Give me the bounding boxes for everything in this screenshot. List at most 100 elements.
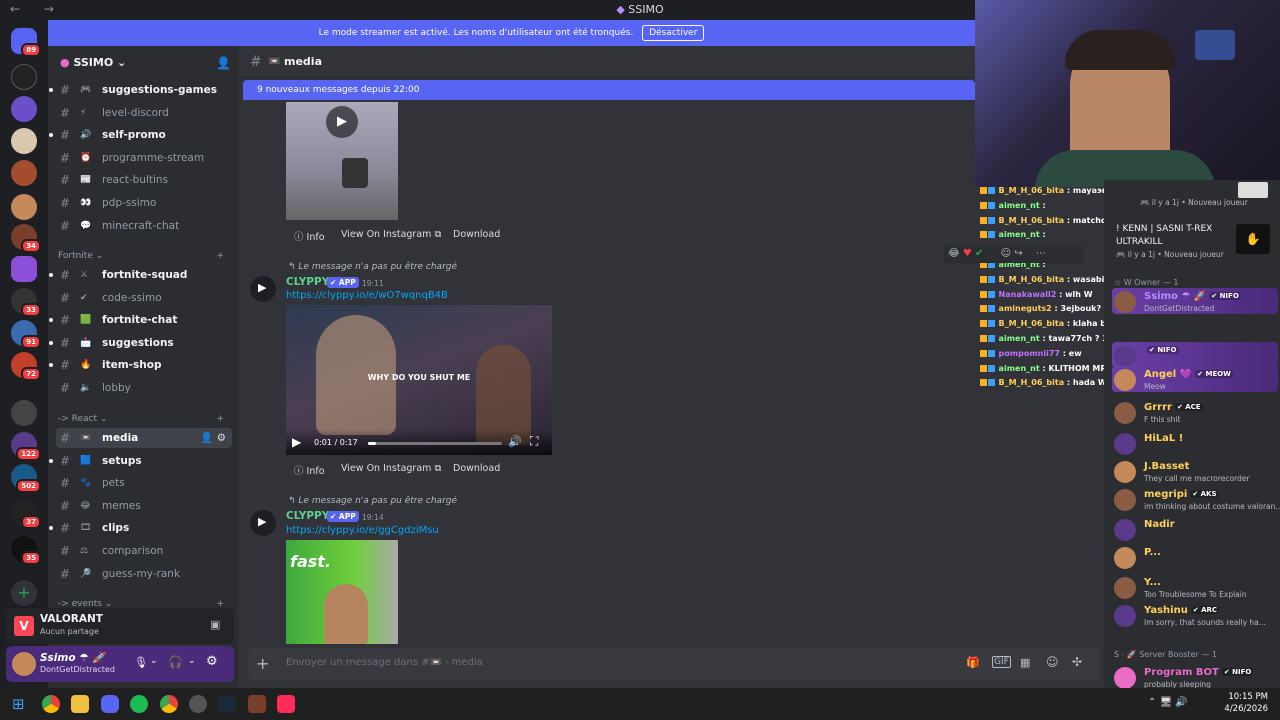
windows-start-icon[interactable]: ⊞ [12, 695, 30, 713]
message-link[interactable]: https://clyppy.io/e/ggCgdziMsu [286, 525, 439, 536]
server-icon-5[interactable] [11, 194, 37, 220]
view-on-instagram-button[interactable]: View On Instagram ⧉ [341, 463, 441, 474]
play-icon[interactable]: ▶ [292, 435, 301, 449]
server-icon-2[interactable] [11, 96, 37, 122]
disable-streamer-mode-button[interactable]: Désactiver [642, 25, 705, 41]
volume-icon[interactable]: 🔊 [508, 435, 522, 448]
add-channel-icon[interactable]: + [216, 414, 224, 424]
add-attachment-icon[interactable]: + [256, 654, 269, 673]
channel-react-bultins[interactable]: # 📰 react-bultins [56, 170, 232, 190]
settings-gear-icon[interactable]: ⚙ [206, 654, 218, 669]
chrome-icon[interactable] [42, 695, 60, 713]
channel-memes[interactable]: # 😂 memes [56, 496, 232, 516]
server-icon-10[interactable]: 72 [11, 352, 41, 381]
chrome-icon[interactable] [160, 695, 178, 713]
message-link[interactable]: https://clyppy.io/e/wO7wqnqB4B [286, 290, 448, 301]
member-entry[interactable]: P... [1112, 544, 1278, 570]
channel-fortnite-chat[interactable]: # 🟩 fortnite-chat [49, 310, 232, 330]
member-entry[interactable]: Grrrr ✔ ACE F this shit [1112, 399, 1278, 425]
member-entry[interactable]: J.Basset They call me macrorecorder [1112, 458, 1278, 484]
add-channel-icon[interactable]: + [216, 251, 224, 261]
system-tray-icons[interactable]: ⌃ 🖥 🔊 [1148, 697, 1188, 708]
channel-programme-stream[interactable]: # ⏰ programme-stream [56, 148, 232, 168]
avatar[interactable] [12, 652, 36, 676]
file-explorer-icon[interactable] [71, 695, 89, 713]
chevron-down-icon[interactable]: ⌄ [188, 656, 196, 666]
video-seekbar[interactable] [368, 442, 502, 445]
gift-icon[interactable]: 🎁 [966, 656, 980, 669]
video-player[interactable]: WHY DO YOU SHUT ME ▶ 0:01 / 0:17 🔊 ⛶ [286, 305, 552, 455]
avatar[interactable]: ▶ [250, 276, 276, 302]
fullscreen-icon[interactable]: ⛶ [530, 434, 538, 449]
chevron-down-icon[interactable]: ⌄ [150, 656, 158, 666]
discord-icon[interactable] [101, 695, 119, 713]
check-reaction-icon[interactable]: ✔ [975, 248, 983, 259]
server-icon-12[interactable]: 122 [11, 432, 41, 461]
info-button[interactable]: ⓘ Info [294, 229, 325, 243]
microphone-icon[interactable]: 🎙 [134, 656, 148, 669]
channel-minecraft-chat[interactable]: # 💬 minecraft-chat [56, 216, 232, 236]
channel-category[interactable]: -> React ⌄ + [58, 414, 228, 424]
server-icon-14[interactable]: 37 [11, 500, 41, 529]
channel-suggestions[interactable]: # 📩 suggestions [49, 333, 232, 353]
server-icon-6[interactable]: 34 [11, 224, 41, 253]
server-icon-3[interactable] [11, 128, 37, 154]
channel-item-shop[interactable]: # 🔥 item-shop [49, 355, 232, 375]
channel-guess-my-rank[interactable]: # 🔎 guess-my-rank [56, 564, 232, 584]
channel-pdp-ssimo[interactable]: # 👀 pdp-ssimo [56, 193, 232, 213]
emoji-reaction-icon[interactable]: 😂 [948, 248, 960, 259]
spotify-icon[interactable] [130, 695, 148, 713]
server-icon-family[interactable] [11, 160, 37, 186]
member-entry[interactable]: ✔ NIFO [1112, 342, 1278, 368]
headphones-icon[interactable]: 🎧 [168, 655, 183, 669]
direct-messages-icon[interactable]: 89 [11, 28, 41, 57]
channel-lobby[interactable]: # 🔈 lobby [56, 378, 232, 398]
channel-level-discord[interactable]: # ⚡ level-discord [56, 103, 232, 123]
member-entry[interactable]: Angel 💜 ✔ MEOW Meow [1112, 366, 1278, 392]
member-entry[interactable]: Yashinu ✔ ARC Im sorry, that sounds really… [1112, 602, 1278, 628]
channel-settings-icon[interactable]: 👤 ⚙ [200, 428, 226, 448]
forward-icon[interactable]: ↪ [1014, 248, 1022, 259]
server-name-header[interactable]: ● SSIMO ⌄ [60, 56, 126, 69]
new-messages-bar[interactable]: 9 nouveaux messages depuis 22:00 [243, 80, 975, 100]
server-icon-15[interactable]: 35 [11, 536, 41, 565]
member-entry[interactable]: HiLaL ! [1112, 430, 1278, 456]
invite-people-icon[interactable]: 👤 [216, 56, 231, 70]
app-icon[interactable] [248, 695, 266, 713]
member-entry[interactable]: Y... Too Troublesome To Explain [1112, 574, 1278, 600]
channel-self-promo[interactable]: # 🔊 self-promo [49, 125, 232, 145]
server-icon-9[interactable]: 91 [11, 320, 41, 349]
screen-share-icon[interactable]: ▣ [210, 618, 220, 631]
view-on-instagram-button[interactable]: View On Instagram ⧉ [341, 229, 441, 240]
server-icon-7[interactable] [11, 256, 37, 282]
add-reaction-icon[interactable]: ☺ [1001, 248, 1011, 259]
heart-reaction-icon[interactable]: ♥ [963, 248, 972, 259]
more-options-icon[interactable]: ⋯ [1036, 248, 1046, 259]
message-author[interactable]: CLYPPY [286, 510, 329, 522]
channel-pets[interactable]: # 🐾 pets [56, 473, 232, 493]
add-server-icon[interactable]: + [11, 580, 37, 606]
video-thumbnail[interactable]: fast. [286, 540, 398, 644]
channel-setups[interactable]: # 🟦 setups [49, 451, 232, 471]
download-button[interactable]: Download [453, 463, 500, 474]
emoji-icon[interactable]: ☺ [1046, 655, 1059, 669]
apps-icon[interactable]: ✣ [1072, 655, 1082, 669]
member-entry[interactable]: Nadir [1112, 516, 1278, 542]
channel-fortnite-squad[interactable]: # ⚔ fortnite-squad [49, 265, 232, 285]
tiktok-icon[interactable] [277, 695, 295, 713]
play-icon[interactable]: ▶ [326, 106, 358, 138]
message-author[interactable]: CLYPPY [286, 276, 329, 288]
member-entry[interactable]: megripi ✔ AKS im thinking about costume va… [1112, 486, 1280, 512]
server-icon-11[interactable] [11, 400, 37, 426]
channel-clips[interactable]: # 🎞 clips [49, 518, 232, 538]
message-composer[interactable]: + Envoyer un message dans #📼 · media 🎁 G… [248, 648, 1100, 680]
video-thumbnail[interactable]: ▶ [286, 102, 398, 220]
steam-icon[interactable] [218, 695, 236, 713]
server-icon-8[interactable]: 33 [11, 288, 41, 317]
sticker-icon[interactable]: ▦ [1020, 656, 1030, 669]
download-button[interactable]: Download [453, 229, 500, 240]
member-entry[interactable]: Ssimo ☂ 🚀 ✔ NIFO DontGetDistracted [1112, 288, 1278, 314]
channel-comparison[interactable]: # ⚖ comparison [56, 541, 232, 561]
channel-media[interactable]: # 📼 media 👤 ⚙ [56, 428, 232, 448]
info-button[interactable]: ⓘ Info [294, 463, 325, 477]
